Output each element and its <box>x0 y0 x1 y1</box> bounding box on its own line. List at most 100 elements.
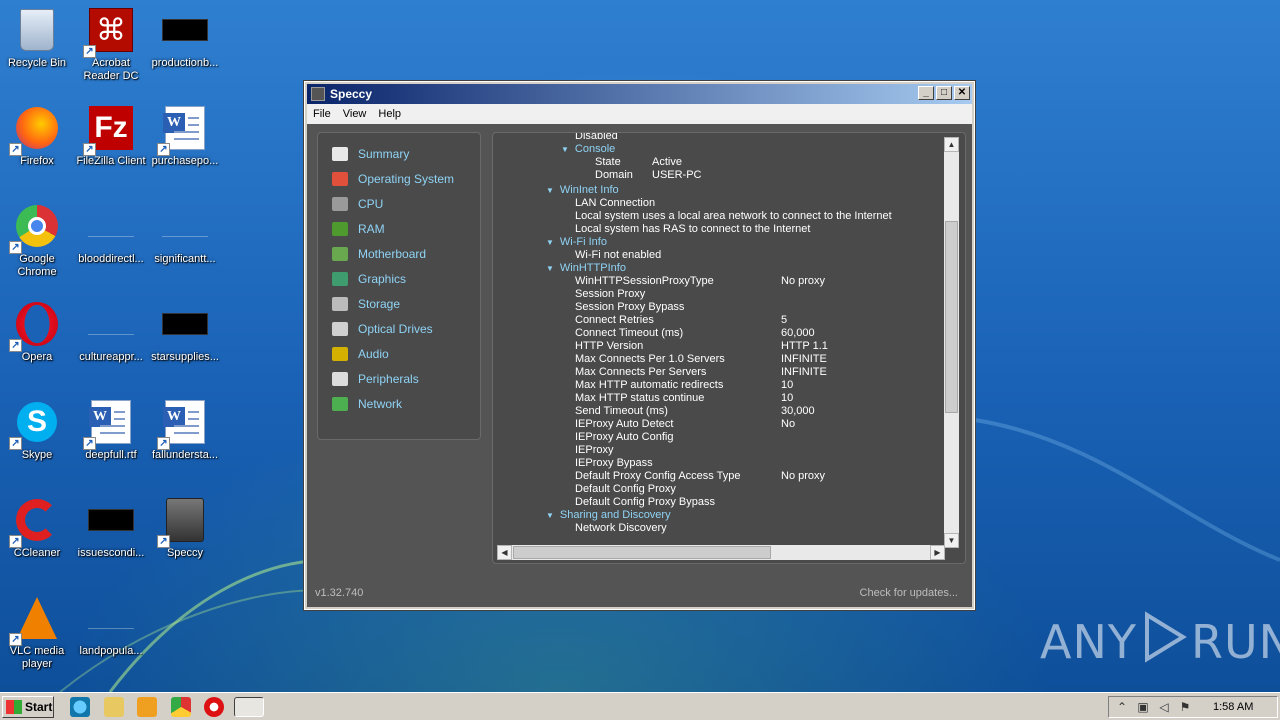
tree-section-header[interactable]: ▼ Console <box>561 143 615 156</box>
tree-label: WinHTTPSessionProxyType <box>575 275 714 287</box>
tree-row: Local system uses a local area network t… <box>575 210 892 223</box>
nav-item-storage[interactable]: Storage <box>318 291 480 316</box>
vertical-scroll-thumb[interactable] <box>945 221 958 413</box>
speccy-taskbar-button[interactable] <box>234 697 264 717</box>
nav-item-label: Audio <box>358 346 389 361</box>
vertical-scrollbar[interactable]: ▲ ▼ <box>944 137 959 548</box>
nav-item-label: Operating System <box>358 171 455 186</box>
tree-value: No <box>781 418 796 430</box>
desktop-icon[interactable]: Fz ↗ FileZilla Client <box>74 98 148 186</box>
desktop-icon[interactable]: ↗ Firefox <box>0 98 74 186</box>
nav-item-audio[interactable]: Audio <box>318 341 480 366</box>
tree-label: Max HTTP automatic redirects <box>575 379 724 391</box>
desktop-icon[interactable]: significantt... <box>148 196 222 284</box>
desktop-icon[interactable]: Recycle Bin <box>0 0 74 88</box>
horizontal-scrollbar[interactable]: ◀ ▶ <box>497 545 945 560</box>
desktop-icon[interactable]: blooddirectl... <box>74 196 148 284</box>
tree-row: Connect Timeout (ms) <box>575 327 683 340</box>
filezilla-icon: Fz ↗ <box>83 104 135 156</box>
scroll-left-icon[interactable]: ◀ <box>497 545 512 560</box>
collapse-arrow-icon[interactable]: ▼ <box>546 186 554 195</box>
tree-section-header[interactable]: ▼ WinInet Info <box>546 184 619 197</box>
nav-item-optical-drives[interactable]: Optical Drives <box>318 316 480 341</box>
nav-item-label: Motherboard <box>358 246 427 261</box>
menu-view[interactable]: View <box>343 108 367 120</box>
minimize-button[interactable]: _ <box>918 86 934 100</box>
tree-row: Domain <box>595 169 633 182</box>
optical-drive-icon <box>332 321 348 336</box>
acrobat-reader-icon: ⌘ ↗ <box>83 6 135 58</box>
chrome-icon[interactable] <box>171 697 191 717</box>
desktop-icon[interactable]: ⌘ ↗ Acrobat Reader DC <box>74 0 148 88</box>
close-button[interactable]: ✕ <box>954 86 970 100</box>
tree-row: Connect Retries <box>575 314 654 327</box>
desktop-icon[interactable]: W ↗ purchasepo... <box>148 98 222 186</box>
desktop-icon-label: deepfull.rtf <box>85 449 137 461</box>
desktop-icon[interactable]: S ↗ Skype <box>0 392 74 480</box>
desktop-icon-label: landpopula... <box>79 645 143 657</box>
tree-section-header[interactable]: ▼ Wi-Fi Info <box>546 236 607 249</box>
explorer-folder-icon[interactable] <box>104 697 124 717</box>
collapse-arrow-icon[interactable]: ▼ <box>546 238 554 247</box>
tree-row: Session Proxy Bypass <box>575 301 684 314</box>
tray-expand-icon[interactable]: ⌃ <box>1115 700 1129 714</box>
desktop-icon-label: productionb... <box>151 57 219 69</box>
desktop-icon[interactable]: productionb... <box>148 0 222 88</box>
audio-icon <box>332 346 348 361</box>
network-tray-icon[interactable]: ▣ <box>1136 700 1150 714</box>
clock[interactable]: 1:58 AM <box>1213 701 1253 713</box>
desktop-icon[interactable]: starsupplies... <box>148 294 222 382</box>
desktop-icon[interactable]: ↗ Google Chrome <box>0 196 74 284</box>
tree-label: IEProxy <box>575 444 614 456</box>
scroll-down-icon[interactable]: ▼ <box>944 533 959 548</box>
start-button[interactable]: Start <box>2 696 54 718</box>
nav-item-ram[interactable]: RAM <box>318 216 480 241</box>
desktop-icon[interactable]: W ↗ deepfull.rtf <box>74 392 148 480</box>
nav-item-motherboard[interactable]: Motherboard <box>318 241 480 266</box>
tree-row: Session Proxy <box>575 288 645 301</box>
desktop-icon[interactable]: landpopula... <box>74 588 148 676</box>
volume-icon[interactable]: ◁ <box>1157 700 1171 714</box>
horizontal-scroll-thumb[interactable] <box>513 546 771 559</box>
tree-label: Default Config Proxy Bypass <box>575 496 716 508</box>
check-updates-link[interactable]: Check for updates... <box>860 587 958 599</box>
system-tray: ⌃ ▣ ◁ ⚑ 1:58 AM <box>1108 696 1278 718</box>
scroll-up-icon[interactable]: ▲ <box>944 137 959 152</box>
speccy-app-icon <box>311 87 325 101</box>
blood-file-icon <box>87 202 135 250</box>
media-player-icon[interactable] <box>137 697 157 717</box>
desktop-icon[interactable]: ↗ VLC media player <box>0 588 74 676</box>
ie-icon[interactable] <box>70 697 90 717</box>
desktop-icon[interactable]: ↗ CCleaner <box>0 490 74 578</box>
nav-item-summary[interactable]: Summary <box>318 141 480 166</box>
collapse-arrow-icon[interactable]: ▼ <box>546 511 554 520</box>
taskbar: Start ⌃ ▣ ◁ ⚑ 1:58 AM <box>0 692 1280 720</box>
action-center-flag-icon[interactable]: ⚑ <box>1178 700 1192 714</box>
nav-item-label: Peripherals <box>358 371 419 386</box>
tree-label: Max HTTP status continue <box>575 392 705 404</box>
nav-item-operating-system[interactable]: Operating System <box>318 166 480 191</box>
collapse-arrow-icon[interactable]: ▼ <box>546 264 554 273</box>
desktop-icon[interactable]: issuescondi... <box>74 490 148 578</box>
landpopula-file-icon <box>87 594 135 642</box>
desktop-icon[interactable]: cultureappr... <box>74 294 148 382</box>
maximize-button[interactable]: □ <box>936 86 952 100</box>
menu-file[interactable]: File <box>313 108 331 120</box>
tree-section-header[interactable]: ▼ Sharing and Discovery <box>546 509 671 522</box>
desktop-icon[interactable]: W ↗ fallundersta... <box>148 392 222 480</box>
tree-row: Max Connects Per Servers <box>575 366 706 379</box>
tree-section-header[interactable]: ▼ WinHTTPInfo <box>546 262 626 275</box>
desktop-icon[interactable]: ↗ Opera <box>0 294 74 382</box>
nav-item-network[interactable]: Network <box>318 391 480 416</box>
title-bar[interactable]: Speccy _ □ ✕ <box>307 84 972 104</box>
nav-item-peripherals[interactable]: Peripherals <box>318 366 480 391</box>
windows-logo-icon <box>6 700 22 714</box>
opera-icon[interactable] <box>204 697 224 717</box>
desktop-icon[interactable]: ↗ Speccy <box>148 490 222 578</box>
menu-help[interactable]: Help <box>378 108 401 120</box>
collapse-arrow-icon[interactable]: ▼ <box>561 145 569 154</box>
nav-item-cpu[interactable]: CPU <box>318 191 480 216</box>
chrome-icon: ↗ <box>9 202 61 254</box>
scroll-right-icon[interactable]: ▶ <box>930 545 945 560</box>
nav-item-graphics[interactable]: Graphics <box>318 266 480 291</box>
